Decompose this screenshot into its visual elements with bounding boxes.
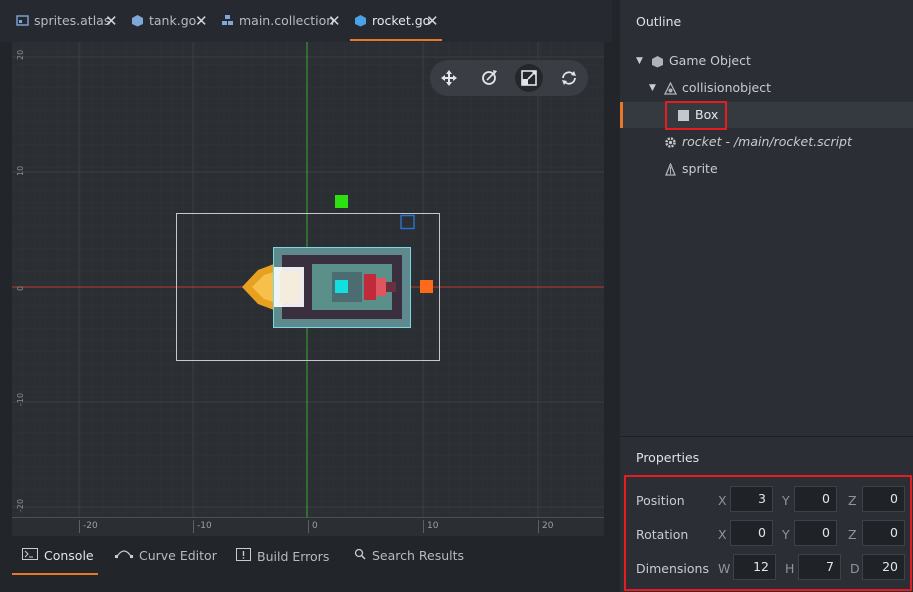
y-tick-label: -20 <box>16 498 25 512</box>
x-tick-label: 10 <box>423 520 438 533</box>
scale-handle-x[interactable] <box>420 280 433 293</box>
tab-label: main.collection <box>239 13 335 28</box>
outline-item-label: rocket - /main/rocket.script <box>682 134 852 149</box>
tab-console-label: Console <box>44 548 94 563</box>
camera-rotate-button[interactable] <box>555 64 583 92</box>
x-tick-label: 20 <box>538 520 553 533</box>
close-icon[interactable]: ✕ <box>195 0 208 42</box>
outline-item-label: collisionobject <box>682 80 772 95</box>
tab-label: rocket.go <box>372 13 431 28</box>
scene-viewport[interactable]: 20 10 0 -10 -20 <box>12 42 604 517</box>
script-gear-icon <box>665 137 676 148</box>
close-icon[interactable]: ✕ <box>426 0 439 42</box>
tab-label: tank.go <box>149 13 197 28</box>
tab-curve-editor[interactable]: Curve Editor <box>115 548 217 563</box>
outline-item-label: sprite <box>682 161 718 176</box>
gameobject-icon <box>132 15 143 27</box>
scale-tool-button[interactable] <box>515 64 543 92</box>
outline-item-label: Game Object <box>669 53 751 68</box>
collection-icon <box>222 15 233 25</box>
sprite-icon <box>665 163 676 176</box>
tab-tank-go[interactable]: tank.go ✕ <box>131 0 211 42</box>
collision-icon <box>664 82 677 95</box>
tab-main-collection[interactable]: main.collection ✕ <box>221 0 343 42</box>
move-tool-button[interactable] <box>435 64 463 92</box>
manipulator-toolbar <box>430 60 588 96</box>
tab-build-errors[interactable]: Build Errors <box>236 548 329 564</box>
chevron-down-icon[interactable]: ▼ <box>636 48 643 74</box>
scale-handle-y[interactable] <box>335 195 348 208</box>
warning-icon <box>236 548 251 564</box>
y-tick-label: 0 <box>16 285 25 291</box>
outline-item-rocket-script[interactable]: rocket - /main/rocket.script <box>620 129 913 155</box>
outline-item-game-object[interactable]: ▼ Game Object <box>620 48 913 74</box>
tab-label: sprites.atlas <box>34 13 111 28</box>
x-tick-label: 0 <box>308 520 318 533</box>
y-tick-label: -10 <box>16 392 25 406</box>
properties-title: Properties <box>636 450 700 465</box>
tab-console[interactable]: Console <box>22 548 94 563</box>
rotate-tool-icon <box>482 70 497 85</box>
selection-indicator <box>620 102 623 128</box>
close-icon[interactable]: ✕ <box>328 0 341 42</box>
gameobject-icon <box>355 15 366 27</box>
tab-sprites-atlas[interactable]: sprites.atlas ✕ <box>16 0 120 42</box>
active-tab-indicator <box>350 39 442 41</box>
rotate-tool-button[interactable] <box>475 64 503 92</box>
outline-item-collisionobject[interactable]: ▼ collisionobject <box>620 75 913 101</box>
x-tick-label: -10 <box>193 520 212 533</box>
scale-tool-icon <box>521 70 537 86</box>
panel-divider[interactable] <box>620 436 913 437</box>
move-tool-icon <box>441 70 457 86</box>
rotate-camera-icon <box>562 71 576 85</box>
scene-canvas[interactable] <box>12 42 604 517</box>
chevron-down-icon[interactable]: ▼ <box>649 75 656 101</box>
highlight-box-outline-item <box>665 101 727 130</box>
right-panel: Outline ▼ Game Object ▼ collisionobject … <box>620 0 913 592</box>
tab-build-errors-label: Build Errors <box>257 549 330 564</box>
curve-icon <box>115 548 133 563</box>
active-bottom-tab-indicator <box>12 573 98 575</box>
y-tick-label: 10 <box>16 165 25 176</box>
highlight-box-properties <box>624 475 912 591</box>
y-tick-label: 20 <box>16 49 25 60</box>
bottom-panel-tabs: Console Curve Editor Build Errors Search… <box>0 538 620 592</box>
atlas-icon <box>16 15 29 26</box>
outline-title: Outline <box>636 14 682 29</box>
tab-search-results[interactable]: Search Results <box>354 548 464 563</box>
x-ruler: -20 -10 0 10 20 <box>12 517 604 536</box>
close-icon[interactable]: ✕ <box>105 0 118 42</box>
search-icon <box>354 548 366 563</box>
gameobject-icon <box>652 56 663 68</box>
scale-handle-uniform[interactable] <box>335 280 348 293</box>
outline-item-box[interactable]: Box <box>620 102 913 128</box>
tab-search-results-label: Search Results <box>372 548 465 563</box>
editor-tab-bar: sprites.atlas ✕ tank.go ✕ main.collectio… <box>0 0 612 42</box>
outline-item-sprite[interactable]: sprite <box>620 156 913 182</box>
tab-rocket-go[interactable]: rocket.go ✕ <box>354 0 442 42</box>
x-tick-label: -20 <box>79 520 98 533</box>
tab-curve-editor-label: Curve Editor <box>139 548 217 563</box>
console-icon <box>22 548 38 563</box>
